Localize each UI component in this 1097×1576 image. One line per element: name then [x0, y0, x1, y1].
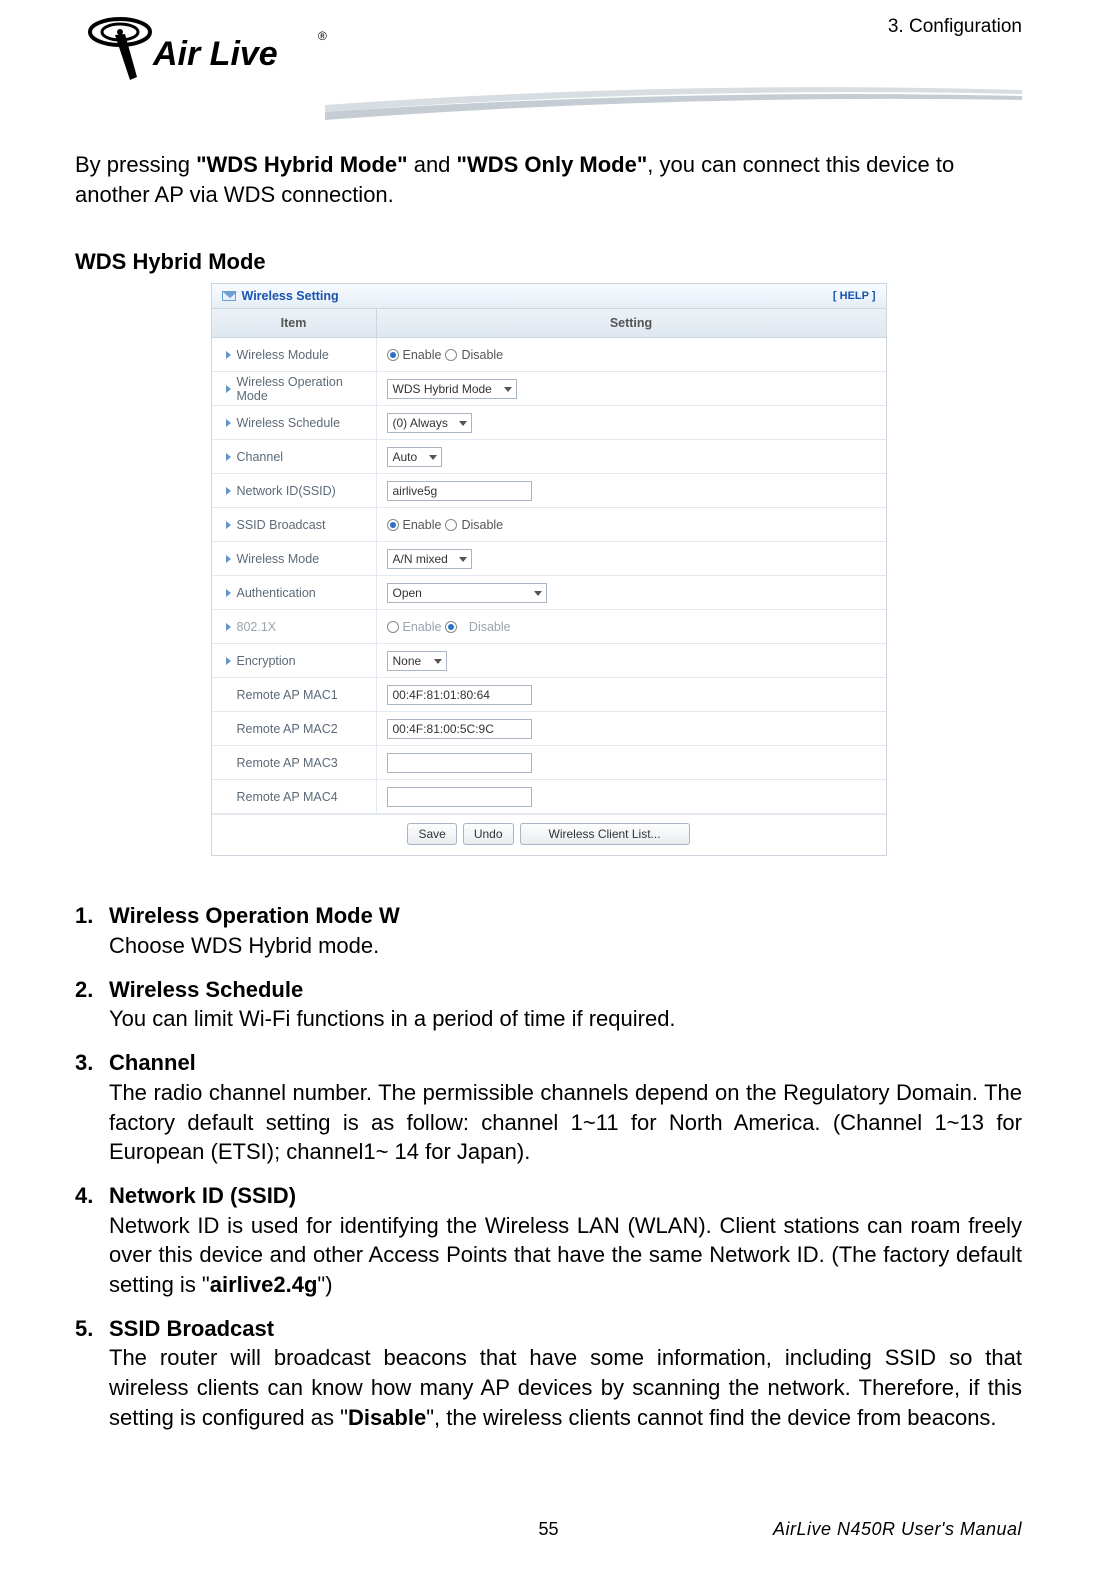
panel-icon — [222, 291, 236, 301]
row-label: Wireless Mode — [237, 552, 320, 566]
list-item: 3. Channel The radio channel number. The… — [75, 1048, 1022, 1167]
row-label: Channel — [237, 450, 284, 464]
radio-enable[interactable] — [387, 621, 399, 633]
row-label: 802.1X — [237, 620, 277, 634]
remote-mac4-input[interactable] — [387, 787, 532, 807]
brand-logo: Air Live ® — [75, 10, 335, 90]
table-row: Network ID(SSID) airlive5g — [212, 474, 886, 508]
svg-text:Air Live: Air Live — [152, 35, 278, 73]
radio-enable[interactable] — [387, 349, 399, 361]
breadcrumb: 3. Configuration — [888, 10, 1022, 38]
row-label: Network ID(SSID) — [237, 484, 336, 498]
save-button[interactable]: Save — [407, 823, 456, 845]
remote-mac1-input[interactable]: 00:4F:81:01:80:64 — [387, 685, 532, 705]
row-label: Wireless Module — [237, 348, 329, 362]
radio-disable[interactable] — [445, 621, 457, 633]
remote-mac3-input[interactable] — [387, 753, 532, 773]
intro-paragraph: By pressing "WDS Hybrid Mode" and "WDS O… — [75, 150, 1022, 209]
authentication-select[interactable]: Open — [387, 583, 547, 603]
ssid-input[interactable]: airlive5g — [387, 481, 532, 501]
row-label: Encryption — [237, 654, 296, 668]
page-number: 55 — [538, 1519, 558, 1540]
manual-title: AirLive N450R User's Manual — [773, 1519, 1022, 1540]
table-row: Wireless Module Enable Disable — [212, 338, 886, 372]
table-row: Remote AP MAC1 00:4F:81:01:80:64 — [212, 678, 886, 712]
row-label: Remote AP MAC3 — [237, 756, 338, 770]
operation-mode-select[interactable]: WDS Hybrid Mode — [387, 379, 517, 399]
row-label: Wireless Operation Mode — [237, 375, 368, 403]
row-label: Wireless Schedule — [237, 416, 341, 430]
svg-text:®: ® — [318, 29, 327, 43]
table-row: Wireless Schedule (0) Always — [212, 406, 886, 440]
radio-disable[interactable] — [445, 349, 457, 361]
column-header-setting: Setting — [377, 309, 886, 337]
radio-enable[interactable] — [387, 519, 399, 531]
row-label: Remote AP MAC1 — [237, 688, 338, 702]
row-label: Remote AP MAC2 — [237, 722, 338, 736]
table-row: Authentication Open — [212, 576, 886, 610]
row-label: SSID Broadcast — [237, 518, 326, 532]
panel-title: Wireless Setting — [222, 289, 339, 303]
wireless-mode-select[interactable]: A/N mixed — [387, 549, 472, 569]
list-item: 4. Network ID (SSID) Network ID is used … — [75, 1181, 1022, 1300]
table-row: Channel Auto — [212, 440, 886, 474]
table-row: Remote AP MAC4 — [212, 780, 886, 814]
undo-button[interactable]: Undo — [463, 823, 514, 845]
row-label: Authentication — [237, 586, 316, 600]
client-list-button[interactable]: Wireless Client List... — [520, 823, 690, 845]
remote-mac2-input[interactable]: 00:4F:81:00:5C:9C — [387, 719, 532, 739]
table-row: Remote AP MAC3 — [212, 746, 886, 780]
table-row: Wireless Mode A/N mixed — [212, 542, 886, 576]
table-row: Wireless Operation Mode WDS Hybrid Mode — [212, 372, 886, 406]
table-row: Encryption None — [212, 644, 886, 678]
table-row: 802.1X Enable Disable — [212, 610, 886, 644]
table-row: Remote AP MAC2 00:4F:81:00:5C:9C — [212, 712, 886, 746]
list-item: 5. SSID Broadcast The router will broadc… — [75, 1314, 1022, 1433]
list-item: 2. Wireless Schedule You can limit Wi-Fi… — [75, 975, 1022, 1034]
channel-select[interactable]: Auto — [387, 447, 442, 467]
encryption-select[interactable]: None — [387, 651, 447, 671]
schedule-select[interactable]: (0) Always — [387, 413, 472, 433]
section-title: WDS Hybrid Mode — [75, 249, 1022, 275]
row-label: Remote AP MAC4 — [237, 790, 338, 804]
help-link[interactable]: [ HELP ] — [833, 290, 876, 302]
column-header-item: Item — [212, 309, 377, 337]
radio-disable[interactable] — [445, 519, 457, 531]
wireless-setting-panel: Wireless Setting [ HELP ] Item Setting W… — [211, 283, 887, 856]
table-row: SSID Broadcast Enable Disable — [212, 508, 886, 542]
list-item: 1. Wireless Operation Mode W Choose WDS … — [75, 901, 1022, 960]
